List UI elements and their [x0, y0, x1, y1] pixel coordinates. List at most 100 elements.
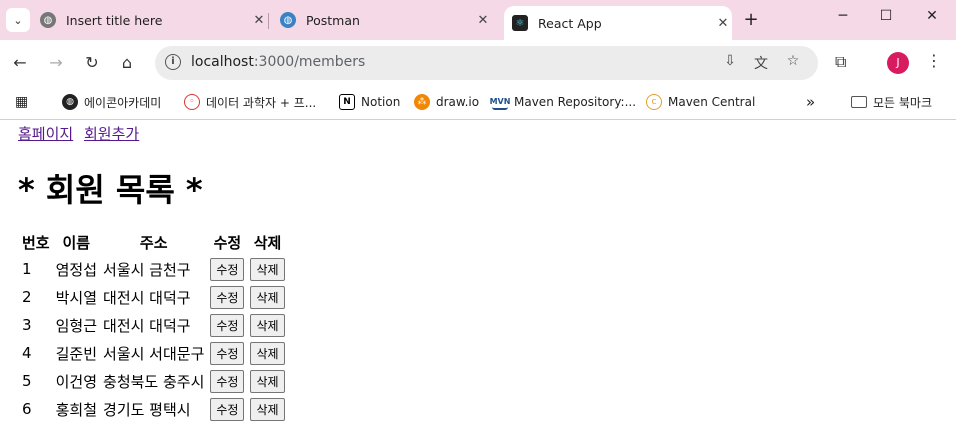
- globe-icon: ◍: [62, 94, 78, 110]
- url-text[interactable]: localhost:3000/members: [191, 54, 365, 70]
- bookmark-star-icon[interactable]: ☆: [783, 53, 803, 73]
- member-number: 1: [22, 260, 32, 278]
- close-icon[interactable]: ✕: [474, 13, 492, 28]
- member-address: 서울시 금천구: [103, 260, 191, 279]
- reload-icon[interactable]: ↻: [80, 51, 104, 75]
- tab-search-chevron-icon[interactable]: ⌄: [6, 8, 30, 32]
- bookmarks-overflow-icon[interactable]: »: [806, 92, 815, 112]
- table-row: 2 박시열 대전시 대덕구 수정 삭제: [20, 284, 287, 310]
- maximize-button[interactable]: ☐: [874, 8, 898, 24]
- all-bookmarks-folder[interactable]: 모든 북마크: [851, 92, 932, 112]
- member-name: 임형근: [55, 316, 98, 335]
- back-arrow-icon[interactable]: ←: [8, 51, 32, 75]
- globe-icon: ◍: [40, 12, 56, 28]
- address-bar[interactable]: i localhost:3000/members ⇩ 文 ☆: [155, 46, 818, 80]
- bookmark-maven-repository[interactable]: MVN Maven Repository:...: [490, 92, 637, 112]
- delete-cell: 삭제: [248, 396, 286, 422]
- add-member-link[interactable]: 회원추가: [84, 125, 139, 143]
- edit-cell: 수정: [208, 256, 246, 282]
- browser-toolbar: ← → ↻ ⌂ i localhost:3000/members ⇩ 文 ☆ ⧉…: [0, 40, 956, 86]
- edit-button[interactable]: 수정: [210, 369, 245, 393]
- member-number: 4: [22, 344, 32, 362]
- delete-button[interactable]: 삭제: [250, 369, 285, 393]
- react-icon: ⚛: [512, 15, 528, 31]
- close-window-button[interactable]: ✕: [920, 8, 944, 24]
- translate-icon[interactable]: 文: [751, 53, 771, 73]
- table-row: 6 홍희철 경기도 평택시 수정 삭제: [20, 396, 287, 422]
- page-title: * 회원 목록 *: [18, 171, 203, 209]
- forward-arrow-icon[interactable]: →: [44, 51, 68, 75]
- member-address: 경기도 평택시: [103, 400, 191, 419]
- member-name: 염정섭: [55, 260, 98, 279]
- column-header-delete: 삭제: [253, 234, 282, 252]
- edit-button[interactable]: 수정: [210, 313, 245, 337]
- site-info-icon[interactable]: i: [165, 54, 181, 70]
- drawio-icon: ⁂: [414, 94, 430, 110]
- extensions-puzzle-icon[interactable]: ⧉: [835, 52, 846, 72]
- bookmark-notion[interactable]: N Notion: [339, 92, 400, 112]
- table-header-row: 번호 이름 주소 수정 삭제: [20, 231, 287, 254]
- page-nav: 홈페이지 회원추가: [18, 123, 145, 144]
- bookmark-data-scientist[interactable]: ◦ 데이터 과학자 + 프...: [184, 92, 316, 112]
- minimize-button[interactable]: ─: [831, 8, 855, 24]
- inflearn-icon: ◦: [184, 94, 200, 110]
- member-number: 5: [22, 372, 32, 390]
- member-name: 길준빈: [55, 344, 98, 363]
- install-app-icon[interactable]: ⇩: [720, 53, 740, 73]
- bookmark-label: 데이터 과학자 + 프...: [206, 95, 317, 110]
- url-host: localhost: [191, 54, 254, 70]
- tab-react-app[interactable]: ⚛ React App ✕: [504, 6, 732, 40]
- menu-kebab-icon[interactable]: ⋮: [926, 51, 942, 70]
- edit-button[interactable]: 수정: [210, 257, 245, 281]
- bookmark-label: Maven Central: [668, 95, 756, 109]
- bookmark-maven-central[interactable]: c Maven Central: [646, 92, 755, 112]
- table-row: 5 이건영 충청북도 충주시 수정 삭제: [20, 368, 287, 394]
- edit-button[interactable]: 수정: [210, 285, 245, 309]
- edit-cell: 수정: [208, 284, 246, 310]
- tab-insert-title[interactable]: ◍ Insert title here ✕: [40, 6, 268, 34]
- url-path: :3000/members: [253, 54, 366, 70]
- table-row: 3 임형근 대전시 대덕구 수정 삭제: [20, 312, 287, 338]
- close-icon[interactable]: ✕: [250, 13, 268, 28]
- column-header-name: 이름: [62, 234, 91, 252]
- bookmark-label: 에이콘아카데미: [84, 95, 162, 110]
- member-number: 2: [22, 288, 32, 306]
- home-icon[interactable]: ⌂: [115, 51, 139, 75]
- folder-icon: [851, 96, 867, 108]
- delete-cell: 삭제: [248, 340, 286, 366]
- profile-avatar[interactable]: J: [887, 52, 909, 74]
- apps-grid-icon[interactable]: ▦: [15, 92, 28, 112]
- edit-cell: 수정: [208, 396, 246, 422]
- new-tab-button[interactable]: +: [741, 9, 761, 30]
- delete-button[interactable]: 삭제: [250, 341, 285, 365]
- bookmark-acorn-academy[interactable]: ◍ 에이콘아카데미: [62, 92, 161, 112]
- table-row: 4 길준빈 서울시 서대문구 수정 삭제: [20, 340, 287, 366]
- member-address: 서울시 서대문구: [103, 344, 205, 363]
- edit-button[interactable]: 수정: [210, 397, 245, 421]
- delete-button[interactable]: 삭제: [250, 397, 285, 421]
- delete-button[interactable]: 삭제: [250, 285, 285, 309]
- members-table: 번호 이름 주소 수정 삭제 1 염정섭 서울시 금천구 수정 삭제 2 박시열…: [18, 229, 289, 424]
- bookmarks-bar: ▦ ◍ 에이콘아카데미 ◦ 데이터 과학자 + 프... N Notion ⁂ …: [0, 86, 956, 120]
- column-header-number: 번호: [22, 234, 50, 252]
- mvn-icon: MVN: [490, 94, 510, 110]
- edit-button[interactable]: 수정: [210, 341, 245, 365]
- bookmark-label: draw.io: [436, 95, 480, 109]
- close-icon[interactable]: ✕: [714, 16, 732, 31]
- home-link[interactable]: 홈페이지: [18, 125, 73, 143]
- member-address: 충청북도 충주시: [103, 372, 205, 391]
- tab-label: Postman: [306, 12, 360, 28]
- bookmark-label: 모든 북마크: [873, 95, 933, 110]
- bookmark-label: Maven Repository:...: [514, 95, 637, 109]
- member-name: 박시열: [55, 288, 98, 307]
- member-number: 6: [22, 400, 32, 418]
- bookmark-drawio[interactable]: ⁂ draw.io: [414, 92, 479, 112]
- delete-cell: 삭제: [248, 312, 286, 338]
- tab-divider: [268, 13, 269, 29]
- member-address: 대전시 대덕구: [103, 316, 191, 335]
- delete-button[interactable]: 삭제: [250, 313, 285, 337]
- member-address: 대전시 대덕구: [103, 288, 191, 307]
- delete-button[interactable]: 삭제: [250, 257, 285, 281]
- tab-postman[interactable]: ◍ Postman ✕: [280, 6, 492, 34]
- column-header-edit: 수정: [213, 234, 242, 252]
